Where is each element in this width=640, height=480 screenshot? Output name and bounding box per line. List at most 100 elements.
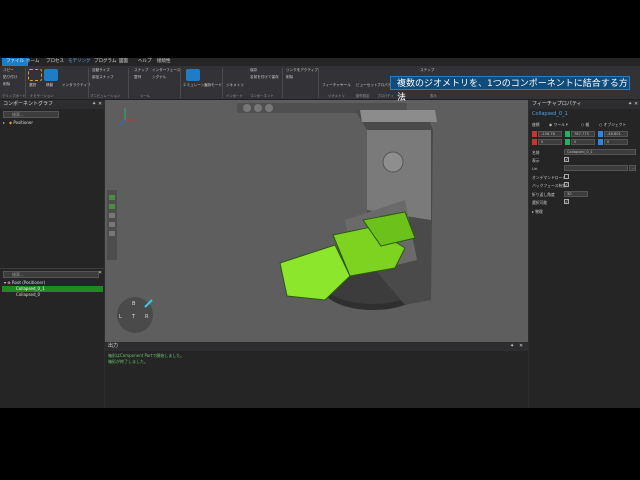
coord-world-radio[interactable]: ◉ ワールド [549, 122, 569, 128]
feature-name-heading: Collapsed_0_1 [532, 111, 568, 117]
scene-svg: B L T R [107, 108, 437, 333]
align-button[interactable]: 整列 [134, 75, 141, 80]
application-window: ファイル ホーム プロセス モデリング プログラム 図面 ヘルプ 接続性 コピー… [0, 58, 640, 408]
side-tool-icon [109, 204, 115, 209]
close-icon[interactable]: ✕ [519, 342, 523, 351]
z-axis-swatch [598, 131, 603, 137]
y-axis-swatch [565, 131, 570, 137]
x-axis-swatch [532, 131, 537, 137]
z-field[interactable]: -46.601 [604, 131, 628, 137]
output-title: 出力 [105, 342, 528, 351]
output-line: 箱形が終了しました。 [108, 359, 148, 364]
on-demand-load-checkbox[interactable] [564, 174, 569, 179]
save-button[interactable]: 保存 [250, 68, 257, 73]
uri-field[interactable] [564, 165, 628, 171]
side-tool-icon [109, 195, 115, 200]
side-tool-icon [109, 222, 115, 227]
step-button[interactable]: ステップ [420, 68, 434, 73]
run-mode-button[interactable]: 実行モード [204, 83, 222, 88]
move-icon[interactable] [44, 69, 58, 81]
coord-label: 座標 [532, 122, 540, 127]
tab-connectivity[interactable]: 接続性 [153, 58, 175, 66]
save-as-button[interactable]: 名前を付けて保存 [250, 75, 279, 80]
interface-button[interactable]: インターフェース [152, 68, 180, 73]
selectable-checkbox[interactable]: ✓ [564, 199, 569, 204]
group-component: コンポーネント [250, 94, 274, 98]
rz-field[interactable]: 0 [604, 139, 628, 145]
pin-icon[interactable]: ✦ [510, 342, 514, 351]
rx-field[interactable]: 0 [538, 139, 562, 145]
move-button[interactable]: 移動 [46, 83, 53, 88]
feature-search-input[interactable]: 検索... [3, 271, 99, 278]
auto-size-toggle[interactable]: 自動サイズ [92, 68, 110, 73]
view-cube-left-label: L [119, 314, 122, 320]
y-field[interactable]: 787.775 [571, 131, 595, 137]
signal-button[interactable]: シグナル [152, 75, 166, 80]
rx-swatch [532, 139, 537, 145]
backface-checkbox[interactable]: ✓ [564, 182, 569, 187]
view-cube-top-label: B [132, 301, 136, 307]
uri-browse-button[interactable]: … [629, 165, 636, 171]
component-graph-panel: コンポーネントグラフ ✦ ✕ 検索... ▸ ◆ Positioner [0, 100, 104, 268]
ribbon-separator [222, 68, 223, 98]
ribbon-separator [88, 68, 89, 98]
3d-viewport[interactable]: B L T R [105, 100, 528, 342]
close-icon[interactable]: ✕ [98, 100, 102, 109]
panel-title: コンポーネントグラフ [0, 100, 104, 109]
link-active-button[interactable]: リンクをアクティブ [286, 68, 318, 73]
x-field[interactable]: -156.76 [538, 131, 562, 137]
tool-button[interactable]: ツール [340, 83, 351, 88]
group-tools: ツール [140, 94, 151, 98]
ribbon-separator [128, 68, 129, 98]
ry-field[interactable]: 0 [571, 139, 595, 145]
tree-item-label: Root (Positioner) [11, 280, 46, 285]
column-top [360, 110, 437, 122]
snap-button[interactable]: スナップ [134, 68, 148, 73]
name-field[interactable]: Collapsed_0_1 [564, 149, 636, 155]
paste-button[interactable]: 貼り付け [3, 75, 17, 80]
coord-object-radio[interactable]: ○ オブジェクト [599, 122, 626, 128]
copy-button[interactable]: コピー [3, 68, 14, 73]
feature-properties-panel: フィーチャプロパティ ✦ ✕ Collapsed_0_1 座標 ◉ ワールド ○… [529, 100, 640, 408]
ribbon-separator [25, 68, 26, 98]
emulation-icon[interactable] [186, 69, 200, 81]
properties-title: フィーチャプロパティ [529, 100, 640, 109]
menu-tab-bar: ファイル ホーム プロセス モデリング プログラム 図面 ヘルプ 接続性 [0, 58, 640, 66]
tree-item-positioner[interactable]: ◆ Positioner [9, 120, 33, 126]
tab-home[interactable]: ホーム [22, 58, 43, 66]
view-set-button[interactable]: ビューセット [356, 83, 378, 88]
close-icon[interactable]: ✕ [634, 100, 638, 109]
tree-item-label: Positioner [13, 120, 34, 125]
selectable-label: 選択可能 [532, 200, 548, 205]
backface-label: バックフェース有効 [532, 183, 566, 188]
component-search-input[interactable]: 検索... [3, 111, 59, 118]
group-import: インポート [226, 94, 243, 98]
visible-checkbox[interactable]: ✓ [564, 157, 569, 162]
ribbon-separator [180, 68, 181, 98]
view-cube-right-label: R [145, 314, 149, 320]
select-icon[interactable] [28, 69, 42, 81]
tab-drawing[interactable]: 図面 [115, 58, 132, 66]
crease-angle-field[interactable]: 30 [564, 191, 588, 197]
axis-z-icon [118, 119, 126, 127]
pin-icon[interactable]: ✦ [92, 100, 96, 109]
column-hole [382, 151, 404, 173]
tree-item-collapsed-0[interactable]: Collapsed_0 [16, 292, 40, 298]
delete-button[interactable]: 削除 [3, 82, 10, 87]
select-button[interactable]: 選択 [29, 83, 36, 88]
remove-button[interactable]: 削除 [286, 75, 293, 80]
on-demand-load-label: オンデマンドロード [532, 175, 567, 180]
geometry-button[interactable]: ジオメトリ [226, 83, 244, 88]
pin-icon[interactable]: ✦ [628, 100, 632, 109]
name-label: 名前 [532, 150, 540, 155]
side-tool-icon [109, 231, 115, 236]
expand-icon: ▾ ⊕ [4, 280, 11, 285]
coord-parent-radio[interactable]: ○ 親 [581, 122, 589, 128]
visible-label: 表示 [532, 158, 540, 163]
rz-swatch [598, 139, 603, 145]
part-snap-toggle[interactable]: 部品スナップ [92, 75, 114, 80]
interactive-button[interactable]: インタラクティブ [62, 83, 91, 88]
expand-icon[interactable]: ▸ [3, 120, 5, 126]
physics-section[interactable]: ▸ 物理 [532, 209, 543, 215]
group-property: プロパティ [377, 94, 394, 98]
